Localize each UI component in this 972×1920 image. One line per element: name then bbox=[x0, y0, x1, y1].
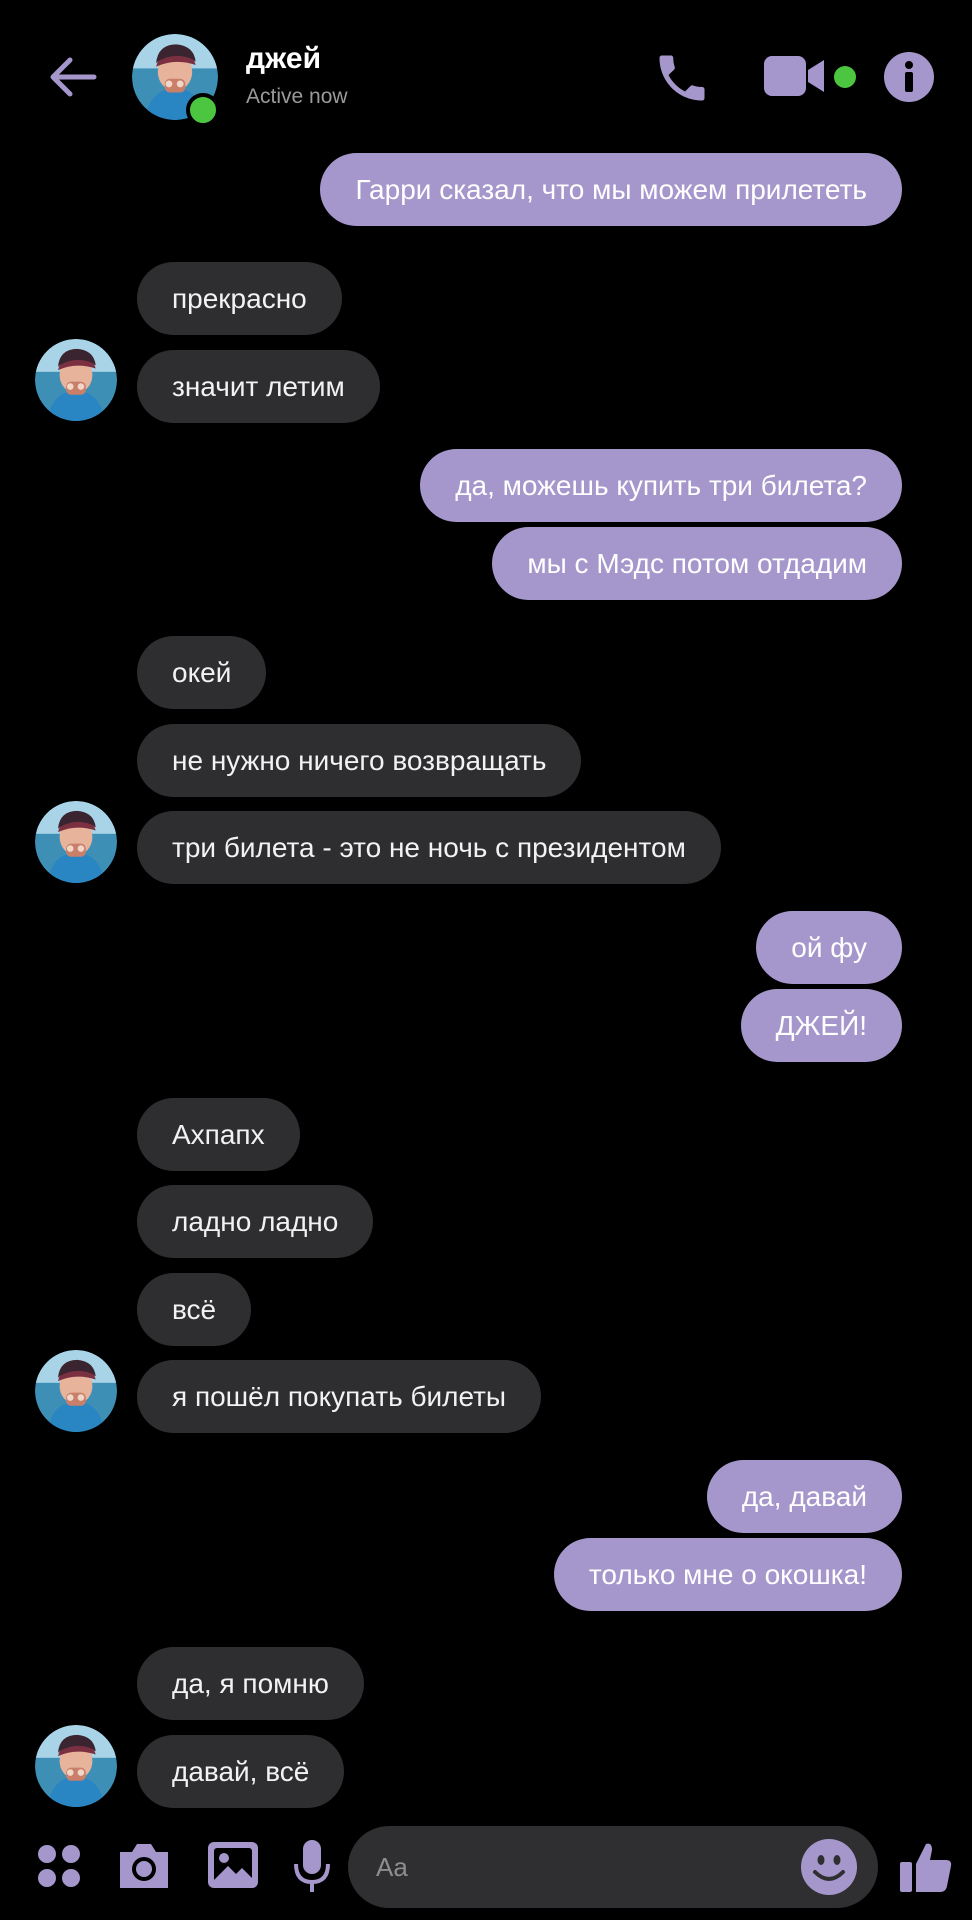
gallery-button[interactable] bbox=[206, 1840, 260, 1890]
apps-button[interactable] bbox=[36, 1843, 82, 1889]
gallery-icon bbox=[208, 1842, 258, 1888]
sender-avatar[interactable] bbox=[35, 801, 117, 883]
message-bubble-incoming[interactable]: значит летим bbox=[137, 350, 380, 423]
message-bubble-incoming[interactable]: не нужно ничего возвращать bbox=[137, 724, 582, 797]
sender-avatar[interactable] bbox=[35, 339, 117, 421]
message-input[interactable]: Aa bbox=[376, 1826, 408, 1908]
back-arrow-icon bbox=[50, 57, 97, 97]
microphone-icon bbox=[294, 1840, 330, 1892]
sender-avatar[interactable] bbox=[35, 1350, 117, 1432]
message-bubble-outgoing[interactable]: Гарри сказал, что мы можем прилететь bbox=[320, 153, 902, 226]
message-bubble-incoming[interactable]: Ахпапх bbox=[137, 1098, 300, 1171]
active-status: Active now bbox=[246, 85, 348, 108]
message-input-box[interactable]: Aa bbox=[348, 1826, 878, 1908]
message-bubble-incoming[interactable]: прекрасно bbox=[137, 262, 342, 335]
apps-icon bbox=[38, 1845, 80, 1887]
sender-avatar[interactable] bbox=[35, 1725, 117, 1807]
emoji-button[interactable] bbox=[800, 1838, 858, 1896]
contact-name[interactable]: джей bbox=[246, 42, 321, 76]
chat-header: джей Active now bbox=[0, 0, 972, 150]
message-bubble-incoming[interactable]: окей bbox=[137, 636, 267, 709]
message-bubble-incoming[interactable]: всё bbox=[137, 1273, 252, 1346]
thumbs-up-icon bbox=[900, 1843, 952, 1892]
message-bubble-incoming[interactable]: да, я помню bbox=[137, 1647, 364, 1720]
voice-call-button[interactable] bbox=[652, 48, 712, 108]
info-icon bbox=[884, 52, 934, 102]
camera-icon bbox=[120, 1844, 168, 1888]
message-bubble-outgoing[interactable]: да, можешь купить три билета? bbox=[420, 449, 902, 522]
message-bubble-outgoing[interactable]: ой фу bbox=[756, 911, 902, 984]
camera-button[interactable] bbox=[116, 1840, 172, 1892]
message-bubble-outgoing[interactable]: мы с Мэдс потом отдадим bbox=[492, 527, 902, 600]
phone-icon bbox=[659, 55, 705, 101]
message-bubble-incoming[interactable]: три билета - это не ночь с президентом bbox=[137, 811, 721, 884]
voice-message-button[interactable] bbox=[292, 1838, 332, 1896]
message-bubble-outgoing[interactable]: да, давай bbox=[706, 1460, 902, 1533]
video-call-button[interactable] bbox=[764, 54, 830, 98]
video-active-dot bbox=[834, 66, 856, 88]
info-button[interactable] bbox=[884, 52, 934, 102]
message-bubble-incoming[interactable]: я пошёл покупать билеты bbox=[137, 1360, 542, 1433]
message-bubble-incoming[interactable]: ладно ладно bbox=[137, 1185, 374, 1258]
back-button[interactable] bbox=[44, 52, 104, 102]
like-button[interactable] bbox=[898, 1838, 954, 1894]
message-bubble-outgoing[interactable]: только мне о окошка! bbox=[553, 1538, 902, 1611]
message-bubble-incoming[interactable]: давай, всё bbox=[137, 1735, 345, 1808]
emoji-icon bbox=[801, 1839, 857, 1895]
video-camera-icon bbox=[764, 56, 824, 96]
message-bubble-outgoing[interactable]: ДЖЕЙ! bbox=[740, 989, 902, 1062]
online-indicator bbox=[186, 93, 220, 127]
